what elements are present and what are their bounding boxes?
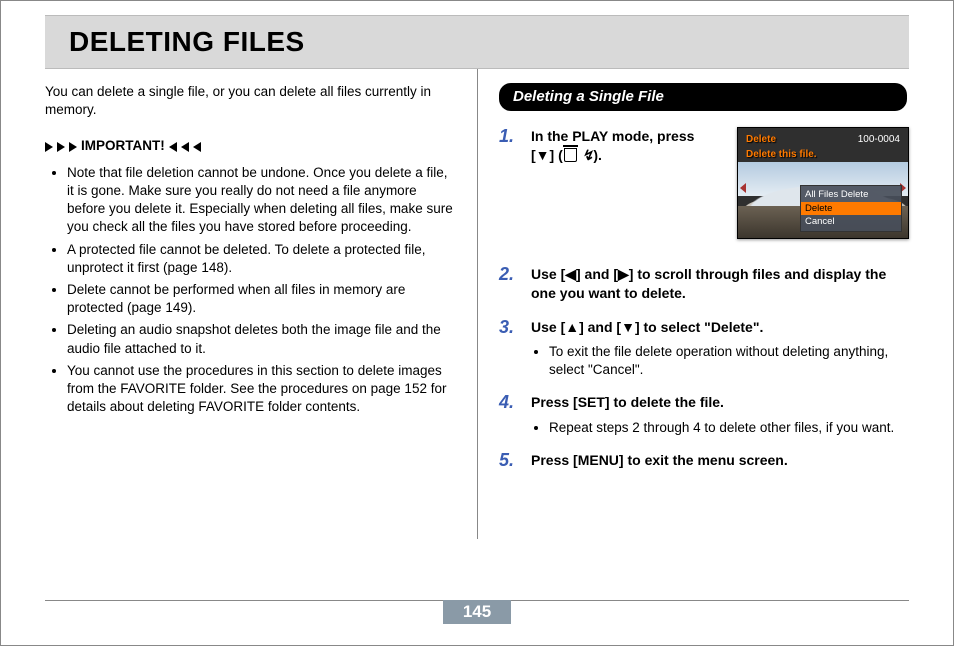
list-item: Deleting an audio snapshot deletes both …	[67, 321, 455, 357]
list-item: A protected file cannot be deleted. To d…	[67, 241, 455, 277]
triangle-left-icon	[193, 142, 201, 152]
lcd-menu-item: Cancel	[805, 215, 897, 229]
section-heading: Deleting a Single File	[499, 83, 907, 111]
important-heading: IMPORTANT!	[45, 137, 455, 155]
triangle-right-icon	[57, 142, 65, 152]
lcd-title: Delete	[746, 133, 776, 147]
step-1: 1. In the PLAY mode, press [▼] ( ↯).	[499, 127, 721, 165]
intro-text: You can delete a single file, or you can…	[45, 83, 455, 119]
left-column: You can delete a single file, or you can…	[45, 83, 477, 571]
right-column: Deleting a Single File 1. In the PLAY mo…	[477, 83, 909, 571]
step-text: Press [SET] to delete the file.	[531, 394, 724, 410]
list-item: Note that file deletion cannot be undone…	[67, 164, 455, 237]
camera-lcd: Delete 100-0004 Delete this file. All Fi…	[737, 127, 909, 239]
step-sub-item: Repeat steps 2 through 4 to delete other…	[549, 419, 909, 437]
column-separator	[477, 69, 478, 539]
triangle-right-icon	[69, 142, 77, 152]
lcd-menu: All Files Delete Delete Cancel	[800, 185, 902, 232]
step-text: Use [◀] and [▶] to scroll through files …	[531, 266, 886, 301]
step-text: Use [▲] and [▼] to select "Delete".	[531, 319, 763, 335]
triangle-left-icon	[169, 142, 177, 152]
list-item: You cannot use the procedures in this se…	[67, 362, 455, 417]
lcd-menu-item-selected: Delete	[801, 202, 901, 216]
lcd-left-arrow-icon	[740, 183, 746, 193]
trash-icon	[564, 148, 577, 162]
lcd-message: Delete this file.	[746, 148, 817, 162]
step-sub-item: To exit the file delete operation withou…	[549, 343, 909, 379]
step-text: ).	[593, 147, 602, 163]
page-title: DELETING FILES	[69, 26, 305, 58]
lcd-file-number: 100-0004	[858, 133, 900, 147]
lcd-menu-item: All Files Delete	[805, 188, 897, 202]
step-5: 5. Press [MENU] to exit the menu screen.	[499, 451, 909, 471]
important-label: IMPORTANT!	[81, 137, 165, 155]
list-item: Delete cannot be performed when all file…	[67, 281, 455, 317]
step-number: 3.	[499, 318, 521, 380]
step-number: 5.	[499, 451, 521, 471]
page-number: 145	[443, 600, 511, 624]
step-number: 1.	[499, 127, 521, 165]
triangle-left-icon	[181, 142, 189, 152]
step-4: 4. Press [SET] to delete the file. Repea…	[499, 393, 909, 436]
flash-icon: ↯	[582, 146, 594, 165]
step-text: In the PLAY mode, press [▼] (	[531, 128, 694, 163]
step-number: 4.	[499, 393, 521, 436]
important-list: Note that file deletion cannot be undone…	[45, 164, 455, 417]
step-text: Press [MENU] to exit the menu screen.	[531, 452, 788, 468]
page-footer: 145	[45, 600, 909, 625]
step-3: 3. Use [▲] and [▼] to select "Delete". T…	[499, 318, 909, 380]
step-number: 2.	[499, 265, 521, 303]
triangle-right-icon	[45, 142, 53, 152]
title-bar: DELETING FILES	[45, 15, 909, 69]
step-2: 2. Use [◀] and [▶] to scroll through fil…	[499, 265, 909, 303]
